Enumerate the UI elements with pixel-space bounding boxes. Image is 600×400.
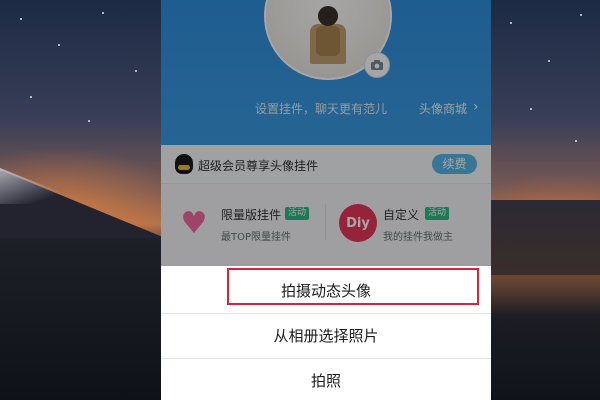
phone-screen: 设置挂件，聊天更有范儿 头像商城 › 超级会员尊享头像挂件 续费 ♥ 限量版挂件… [161, 0, 491, 400]
take-photo-option[interactable]: 拍照 [161, 359, 491, 400]
choose-from-album-option[interactable]: 从相册选择照片 [161, 314, 491, 359]
ground-left [0, 238, 170, 400]
highlight-box [227, 268, 479, 305]
lake-reflection [490, 275, 600, 315]
